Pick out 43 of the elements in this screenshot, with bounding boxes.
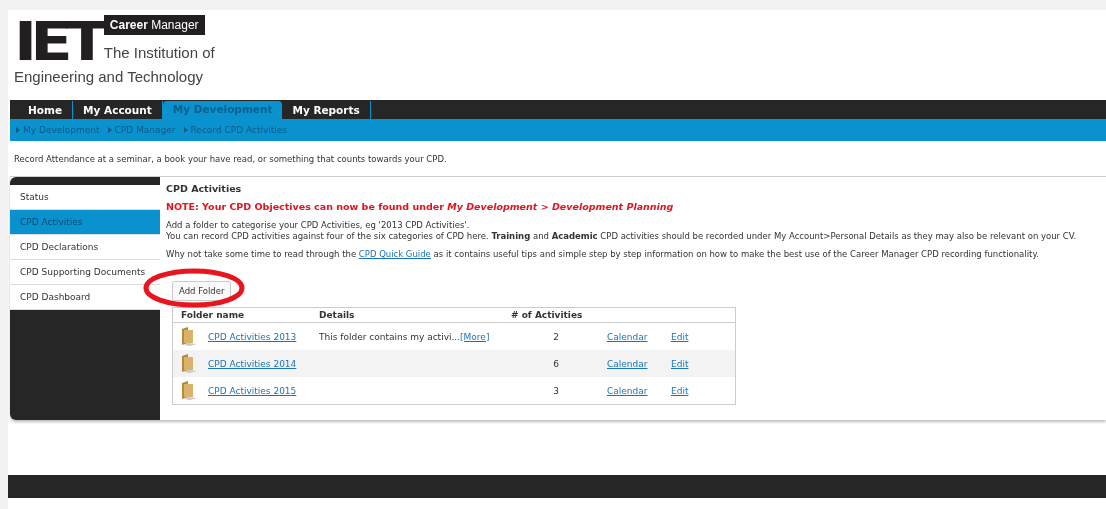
triangle-icon xyxy=(107,127,112,133)
triangle-icon xyxy=(183,127,188,133)
nav-tab[interactable]: My Account xyxy=(73,100,163,119)
logo-mark: IET xyxy=(14,16,102,68)
folder-icon xyxy=(181,381,198,400)
column-header: Folder name xyxy=(180,310,246,320)
paragraph-text: You can record CPD activities against four of the six categories of CPD here. Training and Academic CPD activities should be recorded under My Account>Personal Details as they may also be relevant on your CV. xyxy=(166,231,1077,242)
sidebar-item[interactable]: CPD Supporting Documents xyxy=(10,260,160,285)
organisation-name: Engineering and Technology xyxy=(14,68,205,85)
calendar-link[interactable]: Calendar xyxy=(607,358,648,369)
folder-link[interactable]: CPD Activities 2015 xyxy=(208,385,297,396)
edit-link[interactable]: Edit xyxy=(671,358,689,369)
note-text: NOTE: Your CPD Objectives can now be found under My Development > Development Planning xyxy=(166,201,674,212)
product-name: Career Manager xyxy=(103,15,205,35)
edit-link[interactable]: Edit xyxy=(671,385,689,396)
folder-icon xyxy=(181,354,198,373)
details-cell-text: This folder contains my activi...[More] xyxy=(318,331,491,342)
guide-link[interactable]: CPD Quick Guide xyxy=(358,249,431,259)
more-link[interactable]: [More] xyxy=(460,331,490,342)
nav-tab[interactable]: Home xyxy=(18,100,74,119)
folder-icon xyxy=(181,327,198,346)
calendar-link[interactable]: Calendar xyxy=(607,385,648,396)
count-cell-text: 6 xyxy=(552,358,560,369)
sidebar-item[interactable]: CPD Dashboard xyxy=(10,285,160,310)
sidebar-item[interactable]: CPD Activities xyxy=(10,210,160,235)
guide-text: Why not take some time to read through the CPD Quick Guide as it contains useful tips and simple step by step information on how to make the best use of the Career Manager CPD recording functionality. xyxy=(166,249,1039,259)
folder-link[interactable]: CPD Activities 2014 xyxy=(208,358,297,369)
count-cell-text: 2 xyxy=(552,331,560,342)
calendar-link[interactable]: Calendar xyxy=(607,331,648,342)
add-folder-button[interactable]: Add Folder xyxy=(172,281,232,301)
sidebar-item[interactable]: Status xyxy=(10,185,160,210)
sidebar-item[interactable]: CPD Declarations xyxy=(10,235,160,260)
column-header: # of Activities xyxy=(511,310,584,320)
count-cell-text: 3 xyxy=(552,385,560,396)
column-header: Details xyxy=(318,310,356,320)
nav-tab[interactable]: My Reports xyxy=(282,100,371,119)
edit-link[interactable]: Edit xyxy=(671,331,689,342)
paragraph-text: Add a folder to categorise your CPD Activities, eg '2013 CPD Activities'. xyxy=(166,220,471,231)
organisation-name: The Institution of xyxy=(103,44,215,61)
folder-link[interactable]: CPD Activities 2013 xyxy=(208,331,297,342)
intro-text: Record Attendance at a seminar, a book your have read, or something that counts towards your CPD. xyxy=(13,153,448,166)
section-title: CPD Activities xyxy=(166,183,242,194)
triangle-icon xyxy=(16,127,20,133)
